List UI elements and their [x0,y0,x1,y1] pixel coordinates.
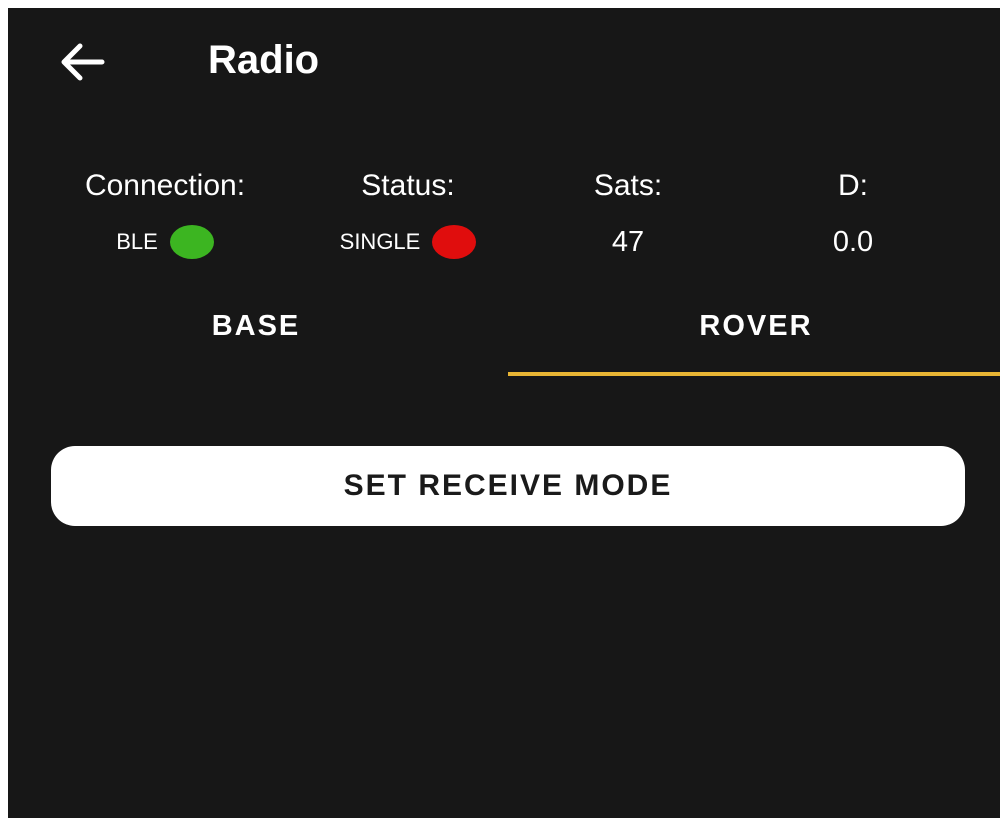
page-title: Radio [208,38,320,82]
d-label: D: [838,169,868,202]
radio-screen: Radio Connection: BLE Status: SINGLE Sat… [8,8,1000,818]
tab-base[interactable]: BASE [8,298,504,378]
arrow-left-icon [60,42,106,82]
sats-label: Sats: [593,169,663,202]
sats-value: 47 [611,226,645,258]
tab-selected-indicator [508,372,1000,376]
status-value-row: SINGLE [318,224,498,260]
d-stat: D: 0.0 [798,168,908,260]
tab-rover[interactable]: ROVER [508,298,1000,378]
status-stat: Status: SINGLE [318,168,498,260]
set-receive-mode-button[interactable]: SET RECEIVE MODE [51,446,965,526]
d-value: 0.0 [832,226,874,258]
sats-stat: Sats: 47 [568,168,688,260]
status-label: Status: [361,169,455,202]
connection-status-dot-icon [169,225,214,259]
mode-tabs: BASE ROVER [8,298,1000,378]
connection-label: Connection: [84,169,246,202]
status-indicator-dot-icon [432,225,477,259]
connection-stat: Connection: BLE [60,168,270,260]
connection-value-row: BLE [60,224,270,260]
status-value: SINGLE [339,229,421,254]
back-button[interactable] [60,38,120,86]
connection-value: BLE [116,229,158,254]
